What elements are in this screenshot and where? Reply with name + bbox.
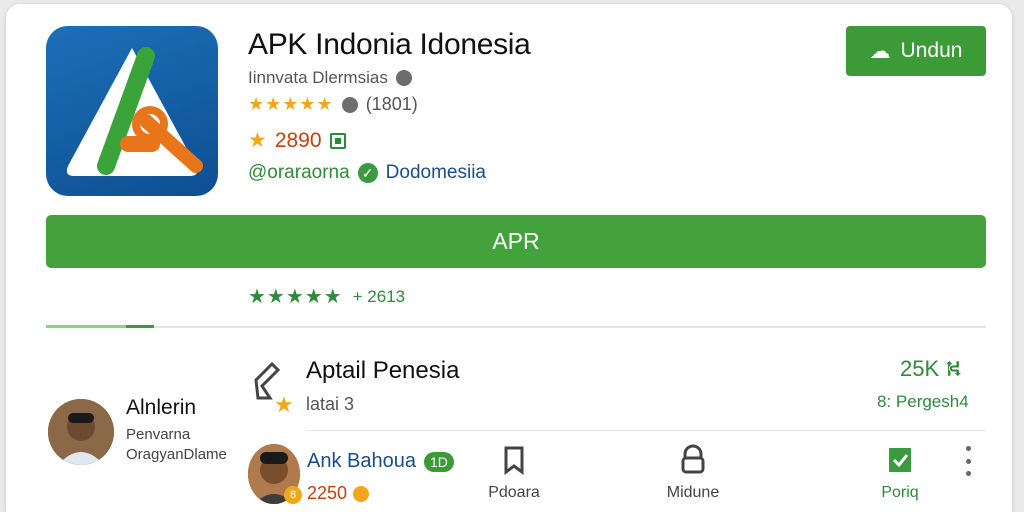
tab-indicator-active xyxy=(126,325,154,328)
nav-item-1[interactable]: Pdoara xyxy=(484,444,544,502)
nav-label-3: Poriq xyxy=(881,484,919,501)
green-stars-icon: ★★★★★ xyxy=(248,286,343,308)
app-title: APK Indonia Idonesia xyxy=(248,28,531,61)
star-rating-icon: ★★★★★ xyxy=(248,94,334,114)
bookmark-icon xyxy=(504,446,524,475)
reviews-row: ★ 2890 xyxy=(248,128,346,153)
check-icon: ✓ xyxy=(357,163,378,183)
list-item-value: 25K ⛕ xyxy=(900,356,962,385)
list-item-caption: 8: Pergesh4 xyxy=(877,392,969,411)
lock-icon xyxy=(681,444,705,474)
user1-name[interactable]: Alnlerin xyxy=(126,396,196,420)
info-icon xyxy=(395,70,412,86)
nav-item-3[interactable]: Poriq xyxy=(870,444,930,502)
category-b[interactable]: Dodomesiia xyxy=(386,162,486,184)
star-icon: ★ xyxy=(248,129,267,152)
rating-row: ★★★★★ (1801) xyxy=(248,94,418,115)
list-item-value-icon: ⛕ xyxy=(945,356,962,381)
svg-text:★: ★ xyxy=(274,393,294,416)
green-rating-text: + 2613 xyxy=(352,286,406,306)
divider xyxy=(46,326,986,328)
user2-name-row: Ank Bahoua 1D xyxy=(307,450,454,473)
list-item-subtitle: latai 3 xyxy=(306,394,355,414)
nav-label-1: Pdoara xyxy=(488,484,540,501)
user2-score-row: 2250 xyxy=(307,483,370,504)
user2-pill: 1D xyxy=(423,451,454,472)
nav-item-2[interactable]: Midune xyxy=(660,444,726,502)
user1-line2: OragyanDlame xyxy=(126,446,227,463)
square-icon xyxy=(329,132,346,149)
category-a[interactable]: @oraraorna xyxy=(248,162,350,184)
green-rating-row: ★★★★★ + 2613 xyxy=(248,284,405,309)
user1-avatar[interactable] xyxy=(48,399,114,465)
coin-icon xyxy=(353,485,370,502)
download-label: Undun xyxy=(900,39,963,62)
verified-icon xyxy=(889,448,911,472)
user-icon xyxy=(341,96,358,113)
user2-badge: 8 xyxy=(284,486,302,504)
rating-count: (1801) xyxy=(365,94,418,114)
developer-row: Iinnvata Dlermsias xyxy=(248,68,412,88)
developer-name[interactable]: Iinnvata Dlermsias xyxy=(248,68,388,88)
user2-score: 2250 xyxy=(307,483,348,503)
tag-icon: ★ xyxy=(248,360,294,418)
nav-label-2: Midune xyxy=(666,484,720,501)
user2-name[interactable]: Ank Bahoua xyxy=(307,450,416,473)
row-divider xyxy=(306,430,986,431)
more-options-icon[interactable] xyxy=(958,446,978,476)
user1-line1: Penvarna xyxy=(126,426,191,443)
category-row: @oraraorna ✓ Dodomesiia xyxy=(248,162,486,184)
primary-button[interactable]: APR xyxy=(46,215,986,268)
download-icon: ☁ xyxy=(869,39,891,63)
list-item-title[interactable]: Aptail Penesia xyxy=(306,357,459,385)
download-button[interactable]: ☁ Undun xyxy=(846,26,986,76)
app-icon[interactable] xyxy=(46,26,218,196)
list-item-value-text: 25K xyxy=(900,356,940,381)
reviews-count: 2890 xyxy=(274,128,322,152)
